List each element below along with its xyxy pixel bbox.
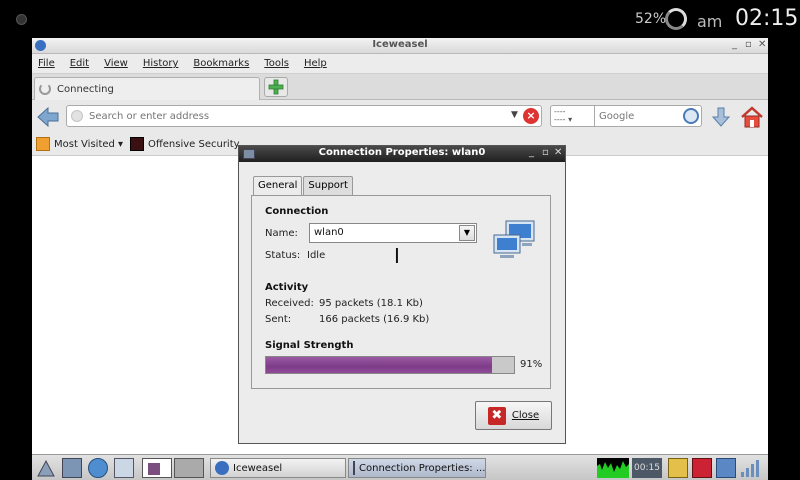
name-label: Name:: [265, 228, 298, 239]
close-x-icon: ✖: [487, 406, 506, 425]
tab-support[interactable]: Support: [303, 176, 353, 196]
navigation-toolbar: ▼ × -------- ▾: [32, 100, 768, 134]
name-combobox[interactable]: wlan0 ▼: [309, 223, 477, 243]
tab-general[interactable]: General: [253, 176, 303, 197]
network-small-icon: [353, 461, 355, 475]
minimize-icon[interactable]: _: [732, 39, 737, 50]
name-value: wlan0: [314, 227, 344, 238]
system-clock: 02:15: [735, 6, 799, 31]
url-dropdown-icon[interactable]: ▼: [511, 110, 518, 120]
signal-percent: 91%: [520, 359, 543, 370]
menu-bar: File Edit View History Bookmarks Tools H…: [32, 54, 768, 74]
tray-clock: 00:15: [632, 458, 662, 478]
task-label: Iceweasel: [233, 462, 283, 474]
close-window-icon[interactable]: ✕: [758, 39, 766, 50]
app-menu-icon[interactable]: [36, 458, 56, 478]
received-value: 95 packets (18.1 Kb): [319, 298, 423, 309]
maximize-icon[interactable]: ▫: [745, 39, 752, 50]
search-engine-selector[interactable]: ---- ---- ▾: [550, 105, 594, 127]
logout-icon[interactable]: [692, 458, 712, 478]
menu-edit[interactable]: Edit: [70, 58, 89, 69]
bookmark-label: Most Visited ▾: [54, 138, 124, 150]
camera-indicator: [16, 14, 27, 25]
file-manager-icon[interactable]: [62, 458, 82, 478]
dialog-tabs: General Support: [253, 176, 354, 197]
system-status-bar: 52% am 02:15: [0, 0, 800, 38]
sent-label: Sent:: [265, 314, 292, 325]
url-input[interactable]: [89, 109, 489, 124]
dialog-close-icon[interactable]: ✕: [554, 147, 562, 158]
status-value: Idle: [307, 250, 326, 261]
dialog-minimize-icon[interactable]: _: [529, 147, 534, 158]
folder-icon: [36, 137, 50, 151]
new-tab-button[interactable]: [264, 77, 288, 97]
menu-tools[interactable]: Tools: [264, 58, 289, 69]
close-button-label: Close: [511, 410, 540, 421]
menu-help[interactable]: Help: [304, 58, 327, 69]
search-input[interactable]: [599, 109, 683, 124]
url-bar[interactable]: ▼ ×: [66, 105, 542, 127]
menu-bookmarks[interactable]: Bookmarks: [193, 58, 249, 69]
sent-value: 166 packets (16.9 Kb): [319, 314, 430, 325]
back-arrow-icon[interactable]: [36, 106, 60, 128]
bookmark-most-visited[interactable]: Most Visited ▾: [36, 137, 123, 151]
tab-connecting[interactable]: Connecting: [34, 77, 260, 100]
workspace-2[interactable]: [174, 458, 204, 478]
offsec-icon: [130, 137, 144, 151]
tab-label: Connecting: [57, 83, 114, 95]
stop-icon[interactable]: ×: [523, 108, 539, 124]
received-label: Received:: [265, 298, 314, 309]
home-icon[interactable]: [740, 105, 764, 129]
site-identity-icon[interactable]: [71, 110, 83, 122]
workspace-1[interactable]: [142, 458, 172, 478]
general-panel: Connection Name: wlan0 ▼ Status: Idle I …: [251, 195, 551, 389]
signal-strength-fill: [266, 357, 492, 373]
taskbar: Iceweasel Connection Properties: ... 00:…: [32, 454, 768, 480]
loading-spinner-icon: [39, 83, 51, 95]
cpu-monitor-graph: [597, 458, 629, 478]
activity-heading: Activity: [265, 282, 309, 293]
taskbar-task-connection-properties[interactable]: Connection Properties: ...: [348, 458, 486, 478]
task-label: Connection Properties: ...: [359, 462, 486, 474]
bookmark-offensive-security[interactable]: Offensive Security: [130, 137, 240, 151]
browser-titlebar[interactable]: Iceweasel _ ▫ ✕: [32, 38, 768, 54]
menu-view[interactable]: View: [104, 58, 128, 69]
iceweasel-icon: [215, 461, 229, 475]
clock-ampm: am: [697, 12, 723, 31]
web-browser-icon[interactable]: [88, 458, 108, 478]
connection-heading: Connection: [265, 206, 329, 217]
search-bar[interactable]: [594, 105, 702, 127]
chevron-down-icon[interactable]: ▼: [459, 225, 475, 241]
lock-icon[interactable]: [668, 458, 688, 478]
connection-properties-dialog: Connection Properties: wlan0 _ ▫ ✕ Gener…: [238, 145, 566, 444]
dialog-titlebar[interactable]: Connection Properties: wlan0 _ ▫ ✕: [239, 146, 565, 162]
signal-strength-bar: [265, 356, 515, 374]
menu-history[interactable]: History: [143, 58, 179, 69]
text-cursor-icon: I: [394, 244, 400, 268]
tab-strip: Connecting: [32, 74, 768, 100]
volume-icon[interactable]: [740, 458, 760, 478]
bookmark-label: Offensive Security: [148, 138, 240, 150]
status-label: Status:: [265, 250, 301, 261]
network-tray-icon[interactable]: [716, 458, 736, 478]
plus-icon: [268, 79, 284, 95]
network-computers-icon: [493, 220, 535, 258]
signal-heading: Signal Strength: [265, 340, 354, 351]
battery-percent: 52%: [635, 11, 667, 27]
dialog-title: Connection Properties: wlan0: [318, 147, 486, 158]
dialog-maximize-icon[interactable]: ▫: [542, 147, 549, 158]
show-desktop-icon[interactable]: [114, 458, 134, 478]
battery-icon: [665, 8, 687, 30]
close-button[interactable]: ✖ Close: [475, 401, 552, 430]
search-icon[interactable]: [683, 108, 699, 124]
download-icon[interactable]: [710, 106, 732, 128]
taskbar-task-iceweasel[interactable]: Iceweasel: [210, 458, 346, 478]
window-title: Iceweasel: [372, 39, 428, 50]
menu-file[interactable]: File: [38, 58, 55, 69]
